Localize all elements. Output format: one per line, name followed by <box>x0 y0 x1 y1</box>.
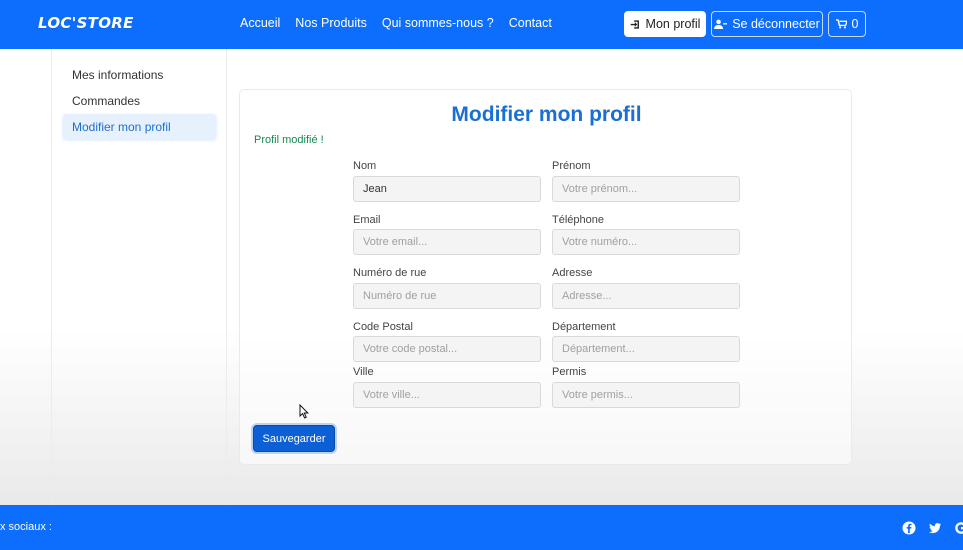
adresse-label: Adresse <box>552 267 593 279</box>
footer: x sociaux : <box>0 505 963 550</box>
user-minus-icon <box>714 19 728 30</box>
nav-links: Accueil Nos Produits Qui sommes-nous ? C… <box>240 16 552 30</box>
code-postal-input[interactable] <box>353 336 541 362</box>
telephone-input[interactable] <box>552 229 740 255</box>
departement-input[interactable] <box>552 336 740 362</box>
sidebar-item-mes-informations[interactable]: Mes informations <box>63 62 216 87</box>
nom-label: Nom <box>353 160 377 172</box>
numero-rue-label: Numéro de rue <box>353 267 427 279</box>
sign-in-icon <box>630 19 641 30</box>
save-button[interactable]: Sauvegarder <box>253 425 335 452</box>
facebook-icon[interactable] <box>902 521 916 535</box>
nav-link-produits[interactable]: Nos Produits <box>295 16 367 30</box>
google-icon[interactable] <box>954 521 963 535</box>
nav-link-accueil[interactable]: Accueil <box>240 16 280 30</box>
email-label: Email <box>353 214 381 226</box>
telephone-label: Téléphone <box>552 214 604 226</box>
nom-input[interactable] <box>353 176 541 202</box>
cart-button[interactable]: 0 <box>828 11 866 37</box>
brand-logo[interactable]: LOC'STORE <box>38 14 134 32</box>
navbar: LOC'STORE Accueil Nos Produits Qui somme… <box>0 0 963 49</box>
sidebar-item-commandes[interactable]: Commandes <box>63 88 216 113</box>
ville-input[interactable] <box>353 382 541 408</box>
cart-icon <box>835 19 847 29</box>
prenom-label: Prénom <box>552 160 591 172</box>
permis-input[interactable] <box>552 382 740 408</box>
prenom-input[interactable] <box>552 176 740 202</box>
profile-form-card: Modifier mon profil Profil modifié ! Nom… <box>239 89 852 465</box>
cart-count: 0 <box>851 17 859 31</box>
code-postal-label: Code Postal <box>353 321 413 333</box>
page-title: Modifier mon profil <box>451 103 642 126</box>
twitter-icon[interactable] <box>928 521 942 535</box>
numero-rue-input[interactable] <box>353 283 541 309</box>
profile-button[interactable]: Mon profil <box>624 11 706 37</box>
ville-label: Ville <box>353 366 374 378</box>
mouse-cursor-icon <box>299 403 309 424</box>
logout-button[interactable]: Se déconnecter <box>711 11 823 37</box>
footer-social-label: x sociaux : <box>0 521 52 533</box>
profile-sidebar: Mes informations Commandes Modifier mon … <box>51 49 227 505</box>
permis-label: Permis <box>552 366 587 378</box>
adresse-input[interactable] <box>552 283 740 309</box>
logout-button-label: Se déconnecter <box>732 17 820 31</box>
success-message: Profil modifié ! <box>254 134 324 146</box>
departement-label: Département <box>552 321 616 333</box>
email-input[interactable] <box>353 229 541 255</box>
profile-button-label: Mon profil <box>645 17 701 31</box>
sidebar-item-modifier-profil[interactable]: Modifier mon profil <box>63 114 216 139</box>
nav-link-contact[interactable]: Contact <box>509 16 552 30</box>
nav-link-qui-sommes-nous[interactable]: Qui sommes-nous ? <box>382 16 494 30</box>
